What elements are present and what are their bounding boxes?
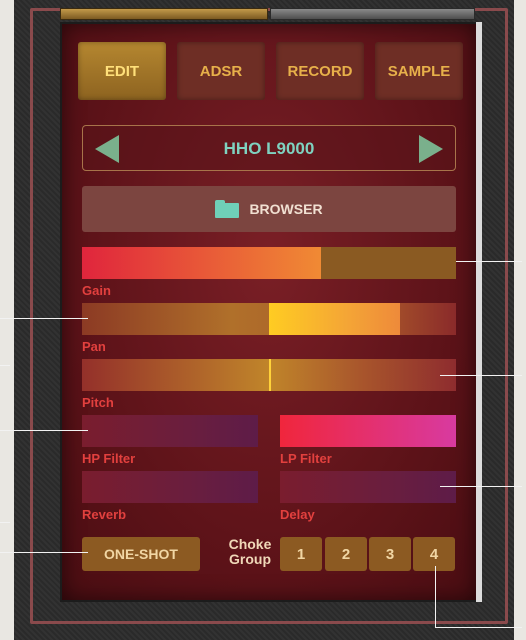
triangle-right-icon[interactable] xyxy=(419,135,443,163)
choke-group-label: Choke Group xyxy=(228,536,272,567)
top-strip-inactive xyxy=(270,8,475,20)
tab-adsr[interactable]: ADSR xyxy=(177,42,265,100)
folder-icon xyxy=(215,200,240,218)
callout-line-choke-h xyxy=(435,627,522,628)
delay-slider[interactable] xyxy=(280,471,456,503)
tab-record[interactable]: RECORD xyxy=(276,42,364,100)
pan-slider[interactable] xyxy=(82,303,456,335)
tab-sample[interactable]: SAMPLE xyxy=(375,42,463,100)
callout-line-hp-filter xyxy=(0,430,88,431)
lp-filter-slider[interactable] xyxy=(280,415,456,447)
pitch-slider[interactable] xyxy=(82,359,456,391)
callout-line-left-low xyxy=(0,522,10,523)
browser-label: BROWSER xyxy=(249,201,323,217)
tab-edit[interactable]: EDIT xyxy=(78,42,166,100)
top-strip-active xyxy=(60,8,268,20)
one-shot-button[interactable]: ONE-SHOT xyxy=(82,537,200,571)
panel-edge xyxy=(476,22,482,602)
choke-button-3[interactable]: 3 xyxy=(369,537,411,571)
choke-button-2[interactable]: 2 xyxy=(325,537,367,571)
pan-fill xyxy=(269,303,400,335)
pitch-marker xyxy=(269,359,271,391)
callout-line-gain xyxy=(456,261,522,262)
callout-line-delay xyxy=(440,486,522,487)
preset-name: HHO L9000 xyxy=(223,139,315,158)
gain-slider[interactable] xyxy=(82,247,456,279)
callout-line-pitch xyxy=(440,375,522,376)
lp-filter-fill xyxy=(280,415,456,447)
reverb-slider[interactable] xyxy=(82,471,258,503)
gain-label: Gain xyxy=(82,283,111,298)
choke-button-1[interactable]: 1 xyxy=(280,537,322,571)
choke-button-4[interactable]: 4 xyxy=(413,537,455,571)
reverb-label: Reverb xyxy=(82,507,127,522)
pan-label: Pan xyxy=(82,339,106,354)
lp-filter-label: LP Filter xyxy=(280,451,332,466)
preset-selector: HHO L9000 xyxy=(82,125,456,171)
browser-button[interactable]: BROWSER xyxy=(82,186,456,232)
callout-line-choke-v xyxy=(435,566,436,628)
callout-line-left-mid xyxy=(0,365,10,366)
gain-fill xyxy=(82,247,322,279)
callout-line-one-shot xyxy=(0,552,88,553)
callout-line-pan xyxy=(0,318,88,319)
pitch-label: Pitch xyxy=(82,395,114,410)
hp-filter-slider[interactable] xyxy=(82,415,258,447)
hp-filter-label: HP Filter xyxy=(82,451,136,466)
delay-label: Delay xyxy=(280,507,315,522)
